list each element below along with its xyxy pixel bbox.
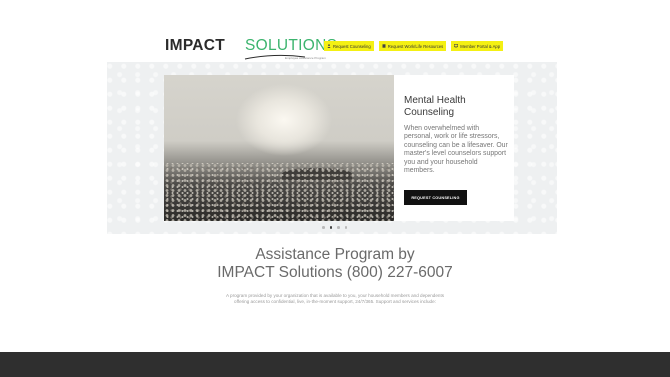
- request-work-life-resources-label: Request Work/Life Resources: [387, 43, 444, 49]
- photo-pebbles: [164, 163, 394, 221]
- program-description: A program provided by your organization …: [225, 293, 445, 305]
- carousel-dots: [322, 226, 347, 229]
- slide-text-block: Mental Health Counseling When overwhelme…: [404, 95, 508, 175]
- beach-pebbles-photo: [164, 75, 394, 221]
- request-work-life-resources-button[interactable]: Request Work/Life Resources: [378, 41, 447, 51]
- carousel-dot[interactable]: [337, 226, 340, 229]
- logo-tagline: Employee Assistance Program: [285, 56, 326, 60]
- person-icon: [327, 44, 331, 48]
- member-portal-app-label: Member Portal & App: [460, 43, 501, 49]
- slide-title: Mental Health Counseling: [404, 95, 466, 118]
- program-heading: Assistance Program by IMPACT Solutions (…: [0, 246, 670, 282]
- logo-impact-text: IMPACT: [165, 37, 226, 54]
- program-heading-line1: Assistance Program by: [255, 246, 415, 263]
- program-heading-line2: IMPACT Solutions (800) 227-6007: [217, 264, 453, 281]
- carousel-dot-active[interactable]: [329, 226, 332, 229]
- monitor-icon: [454, 44, 459, 48]
- page: IMPACT SOLUTIONS Employee Assistance Pro…: [0, 0, 670, 352]
- carousel-dot[interactable]: [322, 226, 325, 229]
- top-nav: Request Counseling Request Work/Life Res…: [324, 41, 504, 51]
- carousel-slide: Mental Health Counseling When overwhelme…: [164, 75, 514, 221]
- request-counseling-label: Request Counseling: [333, 43, 371, 49]
- carousel-dot[interactable]: [344, 226, 347, 229]
- footer-bar: [0, 352, 670, 377]
- member-portal-app-button[interactable]: Member Portal & App: [451, 41, 504, 51]
- slide-body: When overwhelmed with personal, work or …: [404, 125, 508, 175]
- document-icon: [382, 44, 386, 48]
- request-counseling-cta-button[interactable]: REQUEST COUNSELING: [404, 190, 467, 205]
- request-counseling-button[interactable]: Request Counseling: [324, 41, 374, 51]
